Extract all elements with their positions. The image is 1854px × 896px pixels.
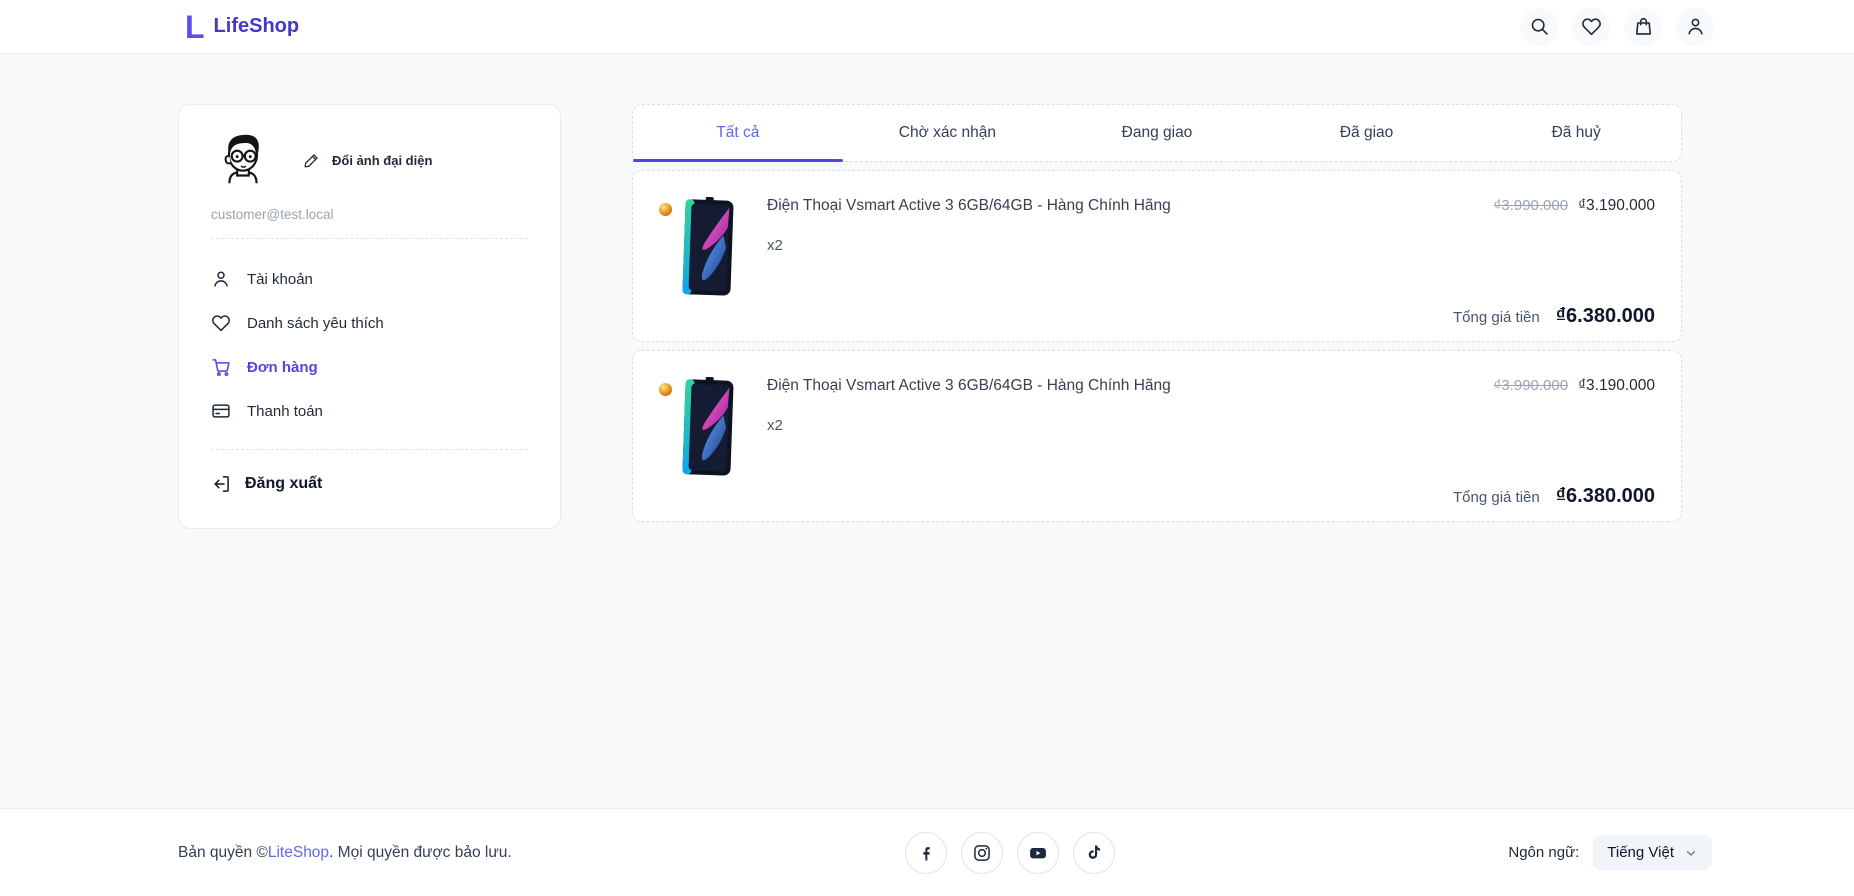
sidebar-item-payment[interactable]: Thanh toán	[211, 389, 528, 433]
logout-button[interactable]: Đăng xuất	[211, 466, 322, 502]
sidebar-menu: Tài khoản Danh sách yêu thích Đơn hàng T…	[211, 257, 528, 433]
account-button[interactable]	[1676, 7, 1714, 46]
order-info: Điện Thoại Vsmart Active 3 6GB/64GB - Hà…	[767, 375, 1494, 434]
pencil-icon	[303, 152, 320, 169]
old-price: ₫3.990.000	[1493, 197, 1569, 214]
product-thumbnail	[659, 375, 745, 485]
tab-cancelled[interactable]: Đã huỷ	[1471, 105, 1681, 161]
product-quantity: x2	[767, 237, 783, 254]
change-avatar-button[interactable]: Đổi ảnh đại diện	[303, 152, 432, 169]
wishlist-heart-icon	[1581, 16, 1602, 37]
avatar	[211, 129, 273, 191]
cart-button[interactable]	[1624, 7, 1662, 46]
social-links	[905, 831, 1115, 874]
instagram-icon	[972, 843, 992, 863]
tab-pending-confirmation[interactable]: Chờ xác nhận	[843, 105, 1053, 161]
profile-sidebar: Đổi ảnh đại diện customer@test.local Tài…	[178, 104, 561, 529]
user-email: customer@test.local	[211, 207, 334, 222]
order-card[interactable]: Điện Thoại Vsmart Active 3 6GB/64GB - Hà…	[632, 350, 1682, 522]
gold-badge-icon	[659, 383, 672, 396]
order-total-row: Tổng giá tiền ₫6.380.000	[1453, 305, 1655, 328]
logout-icon	[211, 474, 231, 494]
cart-icon	[211, 357, 231, 377]
brand-logo[interactable]: L LifeShop	[185, 11, 299, 43]
tiktok-link[interactable]	[1073, 831, 1115, 874]
order-row: Điện Thoại Vsmart Active 3 6GB/64GB - Hà…	[659, 195, 1655, 305]
logout-label: Đăng xuất	[245, 475, 323, 492]
tab-label: Chờ xác nhận	[898, 124, 996, 141]
avatar-row: Đổi ảnh đại diện	[211, 129, 528, 191]
search-button[interactable]	[1520, 7, 1558, 46]
total-value: ₫6.380.000	[1555, 485, 1655, 507]
language-label: Ngôn ngữ:	[1508, 844, 1580, 861]
sidebar-item-label: Thanh toán	[247, 402, 323, 420]
tab-label: Đang giao	[1121, 124, 1193, 141]
price-group: ₫3.990.000 ₫3.190.000	[1494, 375, 1655, 395]
product-title: Điện Thoại Vsmart Active 3 6GB/64GB - Hà…	[767, 377, 1171, 394]
account-icon	[1685, 16, 1706, 37]
heart-icon	[211, 313, 231, 333]
facebook-link[interactable]	[905, 831, 947, 874]
total-label: Tổng giá tiền	[1453, 489, 1540, 506]
old-price: ₫3.990.000	[1493, 377, 1569, 394]
sidebar-item-orders[interactable]: Đơn hàng	[211, 345, 528, 389]
order-row: Điện Thoại Vsmart Active 3 6GB/64GB - Hà…	[659, 375, 1655, 485]
facebook-icon	[916, 843, 936, 863]
active-tab-underline	[633, 159, 843, 162]
tiktok-icon	[1084, 843, 1104, 863]
sale-price: ₫3.190.000	[1578, 377, 1655, 394]
phone-image	[682, 197, 734, 296]
user-icon	[211, 269, 231, 289]
youtube-link[interactable]	[1017, 831, 1059, 874]
brand-name: LifeShop	[213, 15, 300, 37]
order-total-row: Tổng giá tiền ₫6.380.000	[1453, 485, 1655, 508]
wishlist-button[interactable]	[1572, 7, 1610, 46]
instagram-link[interactable]	[961, 831, 1003, 874]
sidebar-divider	[211, 449, 528, 450]
tab-label: Đã giao	[1339, 124, 1394, 141]
product-quantity: x2	[767, 417, 783, 434]
sidebar-divider	[211, 238, 528, 239]
tab-all[interactable]: Tất cả	[633, 105, 843, 162]
credit-card-icon	[211, 401, 231, 421]
total-value: ₫6.380.000	[1555, 305, 1655, 327]
footer-brand-link[interactable]: LiteShop	[268, 844, 329, 861]
tab-delivered[interactable]: Đã giao	[1262, 105, 1472, 161]
tab-label: Tất cả	[716, 124, 760, 141]
orders-panel: Tất cả Chờ xác nhận Đang giao Đã giao Đã…	[632, 104, 1682, 530]
order-card[interactable]: Điện Thoại Vsmart Active 3 6GB/64GB - Hà…	[632, 170, 1682, 342]
sidebar-item-label: Danh sách yêu thích	[247, 314, 384, 332]
search-icon	[1529, 16, 1550, 37]
gold-badge-icon	[659, 203, 672, 216]
language-selector-row: Ngôn ngữ: Tiếng Việt	[1508, 835, 1712, 870]
copyright-prefix: Bản quyền ©	[178, 843, 268, 861]
order-status-tabs: Tất cả Chờ xác nhận Đang giao Đã giao Đã…	[632, 104, 1682, 162]
copyright-text: Bản quyền ©LiteShop. Mọi quyền được bảo …	[178, 844, 512, 862]
product-title: Điện Thoại Vsmart Active 3 6GB/64GB - Hà…	[767, 197, 1171, 214]
logo-mark: L	[185, 8, 205, 45]
tab-shipping[interactable]: Đang giao	[1052, 105, 1262, 161]
sidebar-item-wishlist[interactable]: Danh sách yêu thích	[211, 301, 528, 345]
sidebar-item-account[interactable]: Tài khoản	[211, 257, 528, 301]
order-info: Điện Thoại Vsmart Active 3 6GB/64GB - Hà…	[767, 195, 1494, 254]
price-group: ₫3.990.000 ₫3.190.000	[1494, 195, 1655, 215]
sidebar-item-label: Đơn hàng	[247, 358, 318, 376]
sale-price: ₫3.190.000	[1578, 197, 1655, 214]
language-value: Tiếng Việt	[1607, 844, 1674, 861]
product-thumbnail	[659, 195, 745, 305]
tab-label: Đã huỷ	[1551, 124, 1601, 141]
shopping-bag-icon	[1633, 16, 1654, 37]
site-header: L LifeShop	[0, 0, 1854, 54]
sidebar-item-label: Tài khoản	[247, 270, 313, 288]
copyright-suffix: . Mọi quyền được bảo lưu.	[329, 843, 512, 861]
language-select[interactable]: Tiếng Việt	[1593, 835, 1712, 870]
change-avatar-label: Đổi ảnh đại diện	[332, 152, 433, 168]
site-footer: Bản quyền ©LiteShop. Mọi quyền được bảo …	[0, 808, 1854, 896]
page-body: Đổi ảnh đại diện customer@test.local Tài…	[0, 54, 1854, 808]
header-actions	[1520, 7, 1714, 46]
total-label: Tổng giá tiền	[1453, 309, 1540, 326]
youtube-icon	[1028, 843, 1048, 863]
phone-image	[682, 377, 734, 476]
chevron-down-icon	[1684, 846, 1698, 860]
